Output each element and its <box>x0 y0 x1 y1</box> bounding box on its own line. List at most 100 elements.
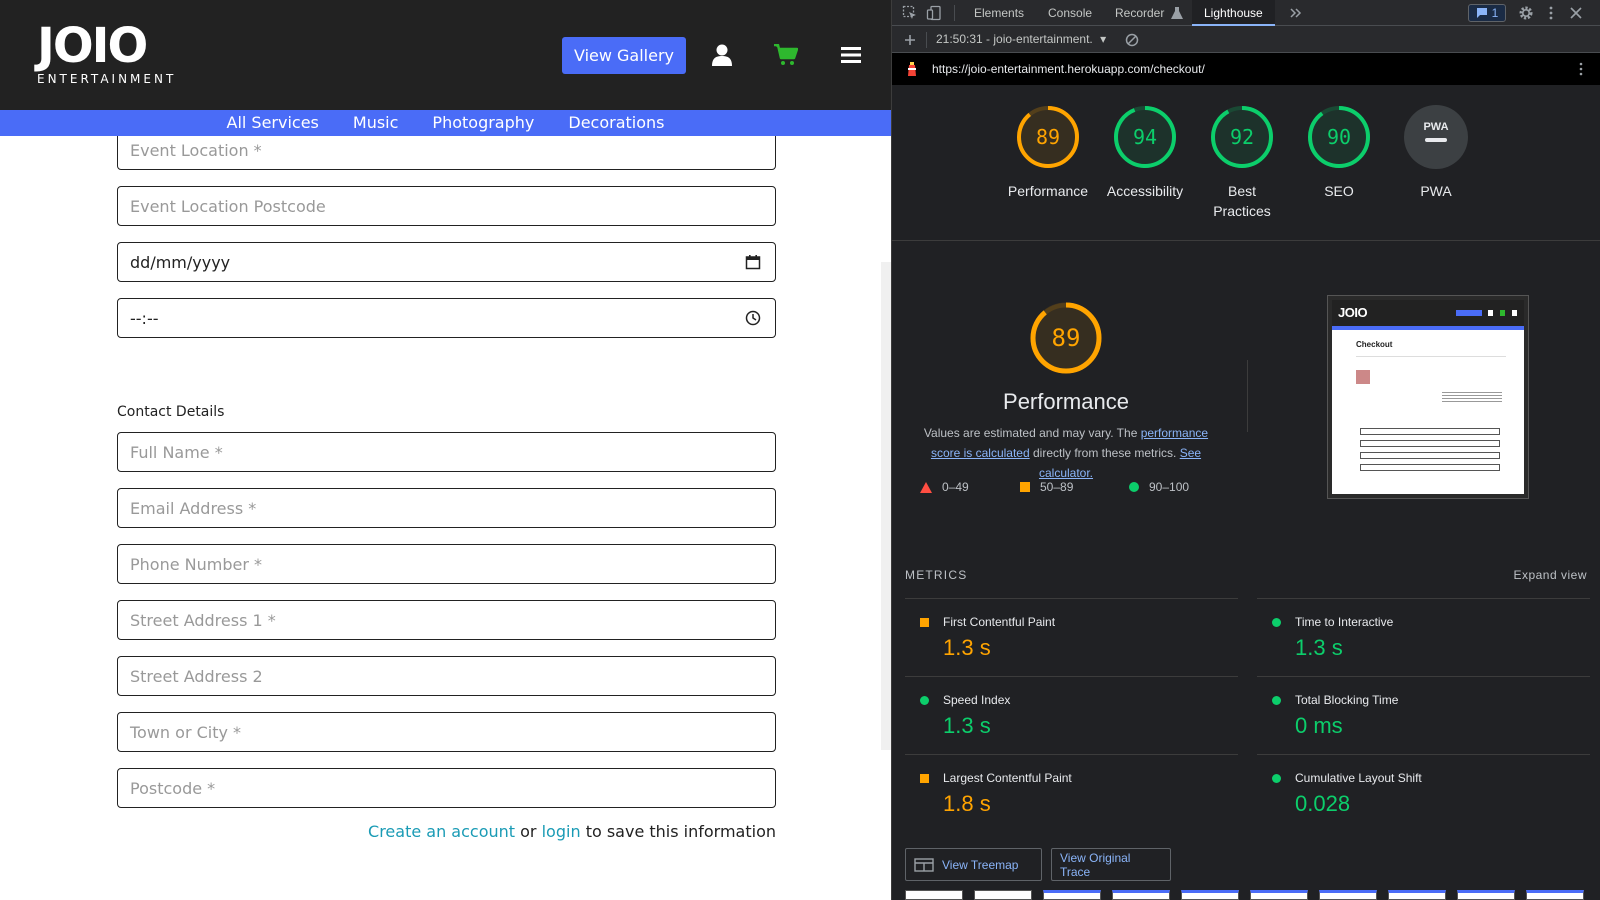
view-original-trace-button[interactable]: View Original Trace <box>1051 848 1171 881</box>
performance-large-gauge[interactable]: 89 <box>1028 300 1104 376</box>
event-date-value: dd/mm/yyyy <box>130 252 231 272</box>
thumbnail-totals <box>1442 390 1502 402</box>
cart-icon[interactable] <box>769 38 803 72</box>
save-info-text: Create an account or login to save this … <box>368 822 776 841</box>
gauge-score: 89 <box>1036 125 1060 149</box>
legend-pass-label: 90–100 <box>1149 480 1190 494</box>
metric-first-contentful-paint: First Contentful Paint 1.3 s <box>905 598 1238 676</box>
logo-main-text: JOIO <box>37 18 148 74</box>
gauge-ring: 94 <box>1114 106 1176 168</box>
phone-input[interactable]: Phone Number * <box>117 544 776 584</box>
thumbnail-divider <box>1356 356 1506 357</box>
thumbnail-user-icon <box>1488 310 1493 316</box>
filmstrip-frame <box>1388 890 1446 900</box>
performance-description: Values are estimated and may vary. The p… <box>906 423 1226 483</box>
nav-decorations[interactable]: Decorations <box>551 110 681 136</box>
gauge-pwa[interactable]: PWA PWA <box>1388 104 1484 201</box>
url-menu-icon[interactable] <box>1573 61 1589 77</box>
street-address-1-input[interactable]: Street Address 1 * <box>117 600 776 640</box>
full-name-placeholder: Full Name * <box>130 442 223 462</box>
pass-circle-icon <box>1272 696 1281 705</box>
street-address-2-placeholder: Street Address 2 <box>130 666 263 686</box>
nav-music[interactable]: Music <box>336 110 416 136</box>
gauge-seo[interactable]: 90 SEO <box>1291 104 1387 201</box>
device-toolbar-icon[interactable] <box>926 5 942 21</box>
expand-view-toggle[interactable]: Expand view <box>1513 568 1587 582</box>
tab-lighthouse[interactable]: Lighthouse <box>1192 0 1275 26</box>
create-account-link[interactable]: Create an account <box>368 822 515 841</box>
street-address-1-placeholder: Street Address 1 * <box>130 610 276 630</box>
recorder-flask-icon <box>1171 7 1183 19</box>
event-location-placeholder: Event Location * <box>130 140 262 160</box>
performance-desc-text-1: Values are estimated and may vary. The <box>923 426 1141 440</box>
page-scrollbar[interactable] <box>881 262 891 750</box>
performance-summary: 89 Performance Values are estimated and … <box>906 300 1226 483</box>
metric-value: 1.3 s <box>943 635 991 660</box>
event-time-input[interactable]: --:-- <box>117 298 776 338</box>
email-input[interactable]: Email Address * <box>117 488 776 528</box>
lighthouse-logo-icon <box>908 62 916 76</box>
gauge-performance[interactable]: 89 Performance <box>1000 104 1096 201</box>
more-tabs-chevron-icon[interactable] <box>1288 5 1304 21</box>
clock-icon[interactable] <box>745 310 761 326</box>
tab-recorder[interactable]: Recorder <box>1115 0 1164 26</box>
town-input[interactable]: Town or City * <box>117 712 776 752</box>
gauge-best-practices[interactable]: 92 Best Practices <box>1194 104 1290 221</box>
more-options-icon[interactable] <box>1543 5 1559 21</box>
legend-fail-label: 0–49 <box>942 480 969 494</box>
site-logo[interactable]: JOIO ENTERTAINMENT <box>37 22 176 86</box>
page-screenshot-thumbnail[interactable]: JOIO Checkout <box>1327 295 1529 499</box>
metric-name: Time to Interactive <box>1295 615 1394 629</box>
clear-reports-icon[interactable] <box>1124 32 1140 48</box>
filmstrip-frame <box>905 890 963 900</box>
street-address-2-input[interactable]: Street Address 2 <box>117 656 776 696</box>
close-devtools-icon[interactable] <box>1568 5 1584 21</box>
issues-badge[interactable]: 1 <box>1468 4 1506 22</box>
metric-name: Largest Contentful Paint <box>943 771 1072 785</box>
report-selector[interactable]: 21:50:31 - joio-entertainment. ▾ <box>936 26 1106 53</box>
issues-chat-icon <box>1476 8 1487 18</box>
report-selector-label: 21:50:31 - joio-entertainment. <box>936 32 1093 46</box>
hamburger-menu-icon[interactable] <box>834 38 868 72</box>
event-postcode-input[interactable]: Event Location Postcode <box>117 186 776 226</box>
event-time-value: --:-- <box>130 308 159 328</box>
nav-all-services[interactable]: All Services <box>210 110 336 136</box>
full-name-input[interactable]: Full Name * <box>117 432 776 472</box>
tab-console[interactable]: Console <box>1048 0 1092 26</box>
thumbnail-field-1 <box>1360 428 1500 435</box>
metric-name: Total Blocking Time <box>1295 693 1399 707</box>
event-location-input[interactable]: Event Location * <box>117 136 776 170</box>
contact-details-heading: Contact Details <box>117 404 225 420</box>
gauge-accessibility[interactable]: 94 Accessibility <box>1097 104 1193 201</box>
metric-value: 0 ms <box>1295 713 1343 738</box>
new-report-plus-icon[interactable] <box>902 32 918 48</box>
metric-speed-index: Speed Index 1.3 s <box>905 676 1238 754</box>
event-date-input[interactable]: dd/mm/yyyy <box>117 242 776 282</box>
calendar-icon[interactable] <box>745 254 761 270</box>
metric-name: First Contentful Paint <box>943 615 1056 629</box>
settings-gear-icon[interactable] <box>1518 5 1534 21</box>
login-link[interactable]: login <box>542 822 581 841</box>
filmstrip-frame <box>1181 890 1239 900</box>
gauge-label: Performance <box>1007 183 1089 199</box>
inspect-element-icon[interactable] <box>902 5 918 21</box>
audited-url[interactable]: https://joio-entertainment.herokuapp.com… <box>932 53 1205 85</box>
nav-photography[interactable]: Photography <box>415 110 551 136</box>
tab-elements[interactable]: Elements <box>974 0 1024 26</box>
metric-name: Speed Index <box>943 693 1011 707</box>
gauge-label: Best Practices <box>1213 183 1271 219</box>
metrics-title: METRICS <box>905 568 968 582</box>
filmstrip-frame <box>1526 890 1584 900</box>
average-square-icon <box>920 618 929 627</box>
user-icon[interactable] <box>705 38 739 72</box>
view-treemap-button[interactable]: View Treemap <box>905 848 1042 881</box>
view-gallery-button[interactable]: View Gallery <box>562 37 686 74</box>
postcode-input[interactable]: Postcode * <box>117 768 776 808</box>
view-treemap-label: View Treemap <box>942 857 1019 872</box>
thumbnail-field-3 <box>1360 452 1500 459</box>
category-nav: All Services Music Photography Decoratio… <box>0 110 891 136</box>
filmstrip-frame <box>1250 890 1308 900</box>
logo-sub-text: ENTERTAINMENT <box>37 72 177 86</box>
pwa-dash <box>1425 138 1447 142</box>
thumbnail-field-4 <box>1360 464 1500 471</box>
